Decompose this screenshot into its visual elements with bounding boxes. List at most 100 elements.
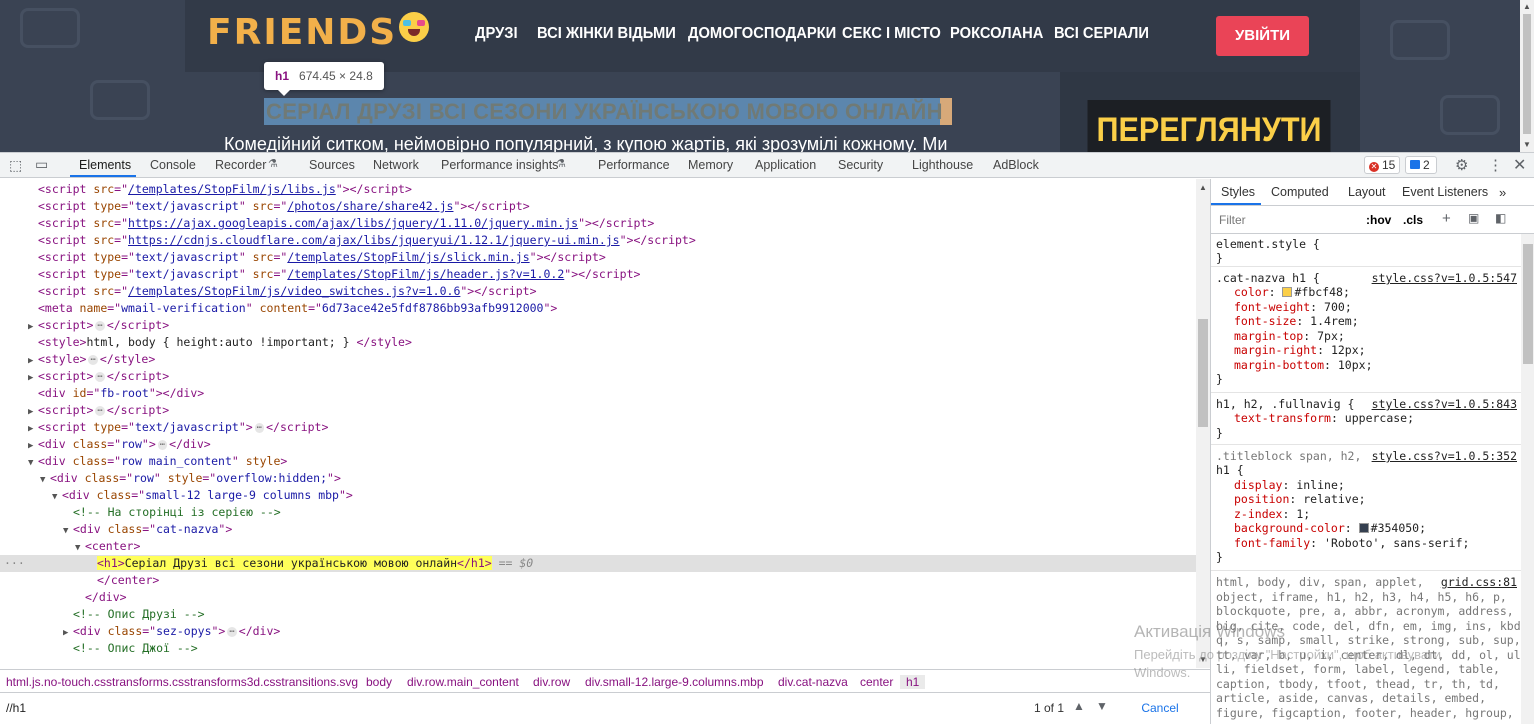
- error-count-badge[interactable]: ✕ 15: [1364, 156, 1400, 174]
- page-scroll-thumb[interactable]: [1523, 14, 1531, 134]
- scroll-up-icon[interactable]: ▲: [1523, 2, 1531, 11]
- rule-source-link[interactable]: grid.css:81: [1441, 575, 1517, 589]
- dom-node[interactable]: <meta name="wmail-verification" content=…: [0, 300, 1196, 317]
- hov-toggle[interactable]: :hov: [1366, 213, 1391, 227]
- rule-source-link[interactable]: style.css?v=1.0.5:352: [1372, 449, 1517, 463]
- tab-lighthouse[interactable]: Lighthouse: [912, 158, 973, 172]
- styles-scroll-thumb[interactable]: [1523, 244, 1533, 364]
- cancel-search-button[interactable]: Cancel: [1112, 697, 1208, 719]
- tab-adblock[interactable]: AdBlock: [993, 158, 1039, 172]
- dom-node[interactable]: <script type="text/javascript" src="/tem…: [0, 249, 1196, 266]
- tab-event-listeners[interactable]: Event Listeners: [1402, 185, 1488, 199]
- dom-node[interactable]: <script src="/templates/StopFilm/js/vide…: [0, 283, 1196, 300]
- dom-node[interactable]: ▶ <div class="row"> ⋯ </div>: [0, 436, 1196, 453]
- breadcrumb-html[interactable]: html.js.no-touch.csstransforms.csstransf…: [6, 675, 358, 689]
- dom-node[interactable]: <style>html, body { height:auto !importa…: [0, 334, 1196, 351]
- dom-node[interactable]: <script src="/templates/StopFilm/js/libs…: [0, 181, 1196, 198]
- tab-network[interactable]: Network: [373, 158, 419, 172]
- rule-source-link[interactable]: style.css?v=1.0.5:547: [1372, 271, 1517, 285]
- inspect-element-icon[interactable]: ⬚: [9, 157, 22, 174]
- tab-computed[interactable]: Computed: [1271, 185, 1329, 199]
- style-rule[interactable]: .titleblock span, h2, style.css?v=1.0.5:…: [1211, 447, 1521, 571]
- add-rule-icon[interactable]: +: [1442, 210, 1451, 227]
- tab-memory[interactable]: Memory: [688, 158, 733, 172]
- breadcrumb-columns[interactable]: div.small-12.large-9.columns.mbp: [585, 675, 764, 689]
- close-devtools-icon[interactable]: ✕: [1513, 155, 1526, 175]
- dom-node[interactable]: ▼ <center>: [0, 538, 1196, 555]
- ellipsis-icon[interactable]: ⋯: [88, 355, 98, 365]
- login-button[interactable]: УВІЙТИ: [1216, 16, 1309, 56]
- tab-performance[interactable]: Performance: [598, 158, 670, 172]
- dom-node[interactable]: ▼ <div class="row main_content" style>: [0, 453, 1196, 470]
- tab-security[interactable]: Security: [838, 158, 883, 172]
- elements-tree[interactable]: <script src="/templates/StopFilm/js/libs…: [0, 179, 1196, 668]
- dom-node[interactable]: <script src="https://ajax.googleapis.com…: [0, 215, 1196, 232]
- site-logo[interactable]: FRIENDS: [207, 12, 430, 53]
- tab-elements[interactable]: Elements: [79, 158, 131, 172]
- elements-scrollbar[interactable]: ▲ ▼: [1196, 179, 1210, 668]
- attr-value-link[interactable]: https://ajax.googleapis.com/ajax/libs/jq…: [128, 216, 578, 230]
- more-menu-icon[interactable]: ⋮: [1488, 156, 1503, 174]
- tab-sources[interactable]: Sources: [309, 158, 355, 172]
- page-scrollbar[interactable]: ▲ ▼: [1520, 0, 1534, 152]
- message-count-badge[interactable]: 2: [1405, 156, 1437, 174]
- node-menu-icon[interactable]: ···: [4, 555, 25, 572]
- breadcrumb-center[interactable]: center: [860, 675, 893, 689]
- attr-value-link[interactable]: /templates/StopFilm/js/libs.js: [128, 182, 336, 196]
- tab-styles[interactable]: Styles: [1221, 185, 1255, 199]
- attr-value-link[interactable]: /templates/StopFilm/js/video_switches.js…: [128, 284, 460, 298]
- style-rule[interactable]: element.style { }: [1211, 235, 1521, 267]
- style-property[interactable]: color: #fbcf48;: [1234, 285, 1350, 300]
- style-property[interactable]: z-index: 1;: [1234, 507, 1310, 522]
- style-property[interactable]: margin-right: 12px;: [1234, 343, 1366, 358]
- style-property[interactable]: font-family: 'Roboto', sans-serif;: [1234, 536, 1469, 551]
- style-rule[interactable]: .cat-nazva h1 { style.css?v=1.0.5:547 co…: [1211, 269, 1521, 393]
- dom-node[interactable]: ▼ <div class="row" style="overflow:hidden…: [0, 470, 1196, 487]
- search-next-icon[interactable]: ▼: [1096, 699, 1108, 713]
- dom-node[interactable]: <!-- Опис Джої -->: [0, 640, 1196, 657]
- selected-dom-node[interactable]: ··· <h1>Серіал Друзі всі сезони українськ…: [0, 555, 1196, 572]
- style-property[interactable]: margin-bottom: 10px;: [1234, 358, 1373, 373]
- attr-value-link[interactable]: https://cdnjs.cloudflare.com/ajax/libs/j…: [128, 233, 620, 247]
- tab-performance-insights[interactable]: Performance insights: [441, 158, 558, 172]
- style-property[interactable]: position: relative;: [1234, 492, 1366, 507]
- dom-node[interactable]: <!-- Опис Друзі -->: [0, 606, 1196, 623]
- dom-node[interactable]: ▼ <div class="cat-nazva">: [0, 521, 1196, 538]
- settings-gear-icon[interactable]: ⚙: [1455, 156, 1468, 174]
- styles-filter-input[interactable]: Filter: [1219, 213, 1246, 227]
- dom-search-input[interactable]: //h1: [6, 701, 26, 715]
- style-property[interactable]: margin-top: 7px;: [1234, 329, 1345, 344]
- dom-node[interactable]: <script type="text/javascript" src="/tem…: [0, 266, 1196, 283]
- color-swatch-icon[interactable]: [1358, 523, 1369, 533]
- device-toggle-icon[interactable]: ▭: [35, 156, 48, 173]
- watch-banner[interactable]: ПЕРЕГЛЯНУТИ: [1087, 100, 1331, 152]
- ellipsis-icon[interactable]: ⋯: [95, 372, 105, 382]
- scroll-down-icon[interactable]: ▼: [1523, 140, 1531, 149]
- dom-node[interactable]: ▶ <script> ⋯ </script>: [0, 368, 1196, 385]
- dom-node[interactable]: ▶ <script> ⋯ </script>: [0, 317, 1196, 334]
- dom-node[interactable]: </center>: [0, 572, 1196, 589]
- breadcrumb-h1[interactable]: h1: [900, 675, 926, 689]
- style-property[interactable]: display: inline;: [1234, 478, 1345, 493]
- ellipsis-icon[interactable]: ⋯: [157, 440, 168, 450]
- style-property[interactable]: font-size: 1.4rem;: [1234, 314, 1359, 329]
- nav-link-vsi-serialy[interactable]: ВСІ СЕРІАЛИ: [1054, 25, 1149, 43]
- dom-node[interactable]: ▼ <div class="small-12 large-9 columns mb…: [0, 487, 1196, 504]
- attr-value-link[interactable]: /templates/StopFilm/js/slick.min.js: [287, 250, 529, 264]
- dom-node[interactable]: <!-- На сторінці із серією -->: [0, 504, 1196, 521]
- breadcrumb-body[interactable]: body: [366, 675, 392, 689]
- dom-node[interactable]: </div>: [0, 589, 1196, 606]
- style-property[interactable]: background-color: #354050;: [1234, 521, 1426, 536]
- sidebar-toggle-icon[interactable]: ◧: [1495, 211, 1506, 225]
- ellipsis-icon[interactable]: ⋯: [95, 321, 105, 331]
- nav-link-zhinky[interactable]: ВСІ ЖІНКИ ВІДЬМИ: [537, 25, 676, 43]
- elements-scroll-thumb[interactable]: [1198, 319, 1208, 427]
- style-property[interactable]: text-transform: uppercase;: [1234, 411, 1414, 426]
- nav-link-druzi[interactable]: ДРУЗІ: [475, 25, 518, 43]
- more-tabs-icon[interactable]: »: [1499, 185, 1506, 200]
- dom-node[interactable]: <script type="text/javascript" src="/pho…: [0, 198, 1196, 215]
- paint-icon[interactable]: ▣: [1468, 211, 1479, 225]
- color-swatch-icon[interactable]: [1282, 287, 1293, 297]
- ellipsis-icon[interactable]: ⋯: [227, 627, 237, 637]
- style-property[interactable]: font-weight: 700;: [1234, 300, 1352, 315]
